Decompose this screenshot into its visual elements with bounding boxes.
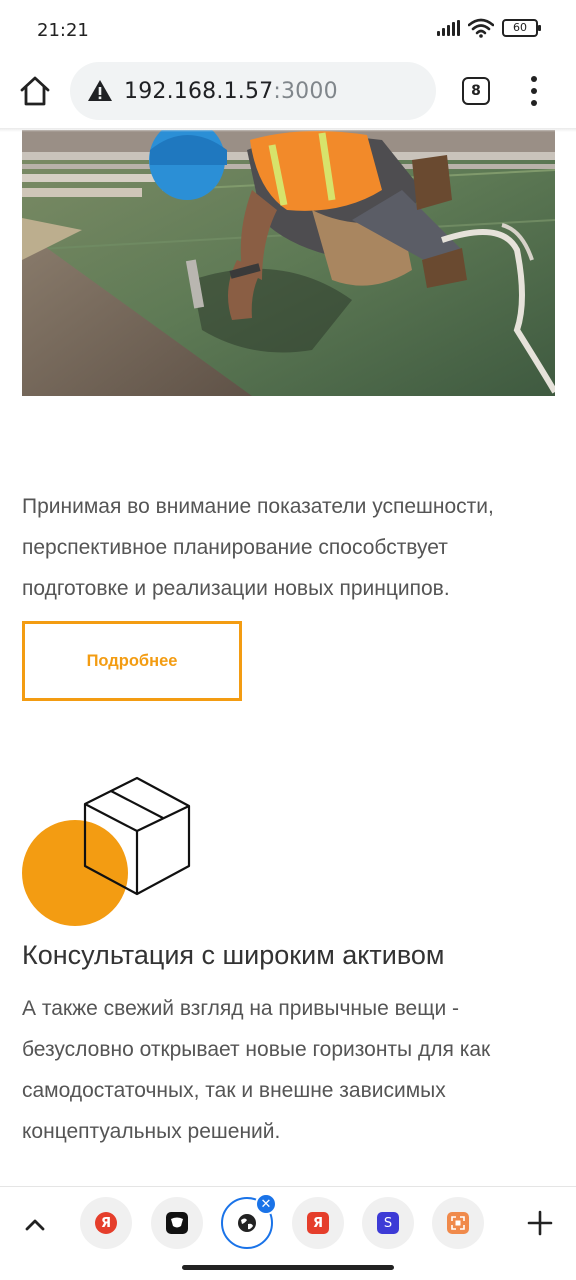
tab-chip-yandex[interactable]: Я: [80, 1197, 132, 1249]
home-icon[interactable]: [18, 74, 52, 108]
chevron-up-icon[interactable]: [22, 1212, 48, 1238]
status-icons: 60: [437, 18, 541, 38]
browser-toolbar: 192.168.1.57:3000 8: [0, 62, 576, 128]
address-bar[interactable]: 192.168.1.57:3000: [70, 62, 436, 120]
box-feature-icon: [22, 776, 191, 926]
tab-chip-s[interactable]: S: [362, 1197, 414, 1249]
globe-icon: [238, 1214, 256, 1232]
tab-chip-app[interactable]: [151, 1197, 203, 1249]
tab-chip-yandex-2[interactable]: Я: [292, 1197, 344, 1249]
tab-chip-active[interactable]: ✕: [221, 1193, 277, 1249]
close-tab-icon[interactable]: ✕: [255, 1193, 277, 1215]
new-tab-plus-icon[interactable]: [526, 1209, 554, 1237]
web-page: Принимая во внимание показатели успешнос…: [0, 128, 576, 1186]
yandex-icon: Я: [95, 1212, 117, 1234]
app-icon: [166, 1212, 188, 1234]
wifi-icon: [468, 18, 494, 38]
s-icon: S: [377, 1212, 399, 1234]
tab-switcher-button[interactable]: 8: [462, 77, 490, 105]
feature-title: Консультация с широким активом: [22, 940, 445, 970]
warning-icon[interactable]: [86, 77, 114, 105]
status-bar: 21:21 60: [0, 0, 576, 62]
url-host: 192.168.1.57: [124, 78, 274, 104]
roofer-photo: [22, 130, 555, 396]
url-port: :3000: [273, 78, 338, 104]
tab-toolbar: Я ✕ Я S: [0, 1186, 576, 1260]
url-text: 192.168.1.57:3000: [124, 79, 338, 104]
tab-chip-fullscreen[interactable]: [432, 1197, 484, 1249]
feature-paragraph: А также свежий взгляд на привычные вещи …: [22, 997, 491, 1143]
battery-icon: 60: [502, 19, 541, 37]
yandex-icon: Я: [307, 1212, 329, 1234]
signal-icon: [437, 20, 460, 36]
fullscreen-icon: [447, 1212, 469, 1234]
gesture-bar[interactable]: [182, 1265, 394, 1270]
status-time: 21:21: [37, 20, 89, 41]
more-button[interactable]: Подробнее: [22, 621, 242, 701]
more-menu-icon[interactable]: [526, 76, 542, 106]
intro-paragraph: Принимая во внимание показатели успешнос…: [22, 495, 494, 600]
